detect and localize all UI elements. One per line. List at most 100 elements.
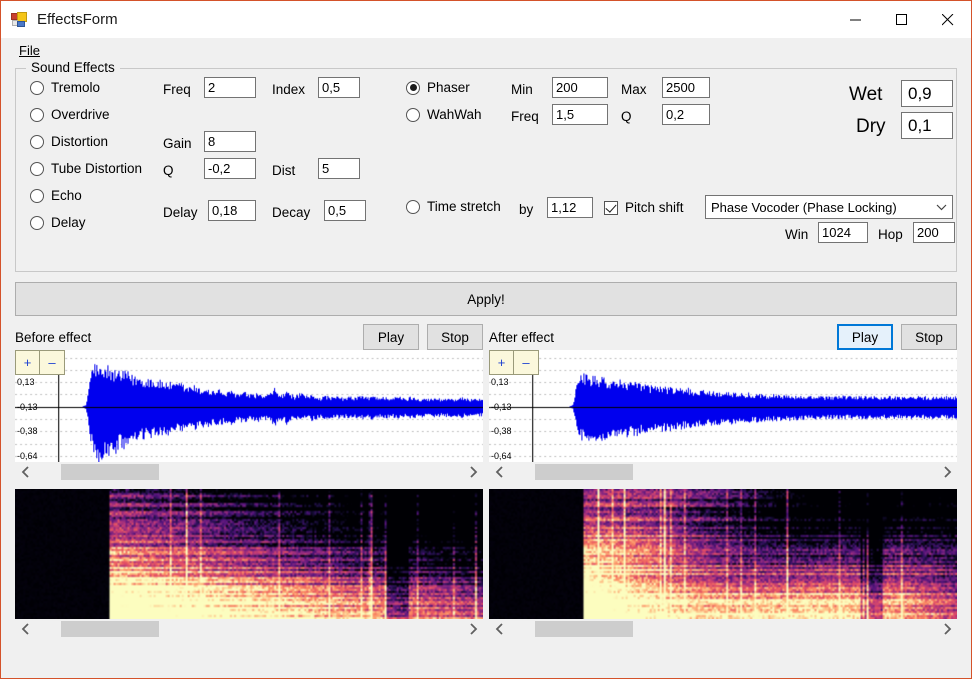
radio-label: Distortion [51, 134, 109, 149]
groupbox-legend: Sound Effects [26, 60, 120, 75]
scroll-right-icon[interactable] [937, 462, 957, 482]
radio-phaser[interactable]: Phaser [406, 80, 470, 95]
apply-button[interactable]: Apply! [15, 282, 957, 316]
scroll-thumb[interactable] [534, 621, 634, 637]
max-input[interactable]: 2500 [662, 77, 710, 98]
delay-input[interactable]: 0,18 [208, 200, 256, 221]
radio-label: Overdrive [51, 107, 110, 122]
scroll-right-icon[interactable] [937, 619, 957, 639]
radio-time-stretch[interactable]: Time stretch [406, 199, 501, 214]
radio-delay[interactable]: Delay [30, 215, 86, 230]
close-icon[interactable] [925, 1, 971, 38]
checkbox-pitch-shift[interactable]: Pitch shift [604, 200, 684, 215]
label-delay: Delay [163, 205, 198, 220]
zoom-in-button-before[interactable]: + [15, 350, 40, 375]
zoom-out-button-before[interactable]: – [40, 350, 65, 375]
play-button-label: Play [377, 329, 405, 345]
radio-indicator [30, 188, 44, 203]
title-bar: EffectsForm [1, 1, 971, 38]
zoom-in-button-after[interactable]: + [489, 350, 514, 375]
label-min: Min [511, 82, 533, 97]
radio-label: Time stretch [427, 199, 501, 214]
scroll-thumb[interactable] [60, 621, 160, 637]
decay-input[interactable]: 0,5 [324, 200, 366, 221]
scroll-left-icon[interactable] [15, 462, 35, 482]
hop-input[interactable]: 200 [913, 222, 955, 243]
radio-label: Phaser [427, 80, 470, 95]
win-input[interactable]: 1024 [818, 222, 868, 243]
label-decay: Decay [272, 205, 311, 220]
radio-indicator [30, 107, 44, 122]
algorithm-combobox[interactable]: Phase Vocoder (Phase Locking) [705, 195, 953, 219]
waveform-y-tick: -0,38 [17, 426, 38, 437]
scroll-left-icon[interactable] [489, 462, 509, 482]
waveform-y-tick: -0,38 [491, 426, 512, 437]
min-input[interactable]: 200 [552, 77, 608, 98]
wet-input[interactable]: 0,9 [901, 80, 953, 107]
dist-input[interactable]: 5 [318, 158, 360, 179]
label-mod-freq: Freq [511, 109, 539, 124]
spectrogram-canvas-before [15, 489, 483, 619]
maximize-icon[interactable] [879, 1, 925, 38]
spectrogram-after[interactable] [489, 489, 957, 619]
pane-header: After effect Play Stop [489, 324, 957, 350]
waveform-y-tick: -0,13 [491, 401, 512, 412]
waveform-scrollbar-before[interactable] [15, 462, 483, 482]
radio-label: Delay [51, 215, 86, 230]
play-button-after[interactable]: Play [837, 324, 893, 350]
radio-wahwah[interactable]: WahWah [406, 107, 482, 122]
scroll-thumb[interactable] [60, 464, 160, 480]
gain-input[interactable]: 8 [204, 131, 256, 152]
scroll-track[interactable] [509, 619, 937, 639]
radio-label: Echo [51, 188, 82, 203]
waveform-after[interactable]: 0,380,13-0,13-0,38-0,64 + – [489, 350, 957, 462]
label-dry: Dry [856, 116, 886, 137]
minimize-icon[interactable] [833, 1, 879, 38]
radio-label: Tube Distortion [51, 161, 143, 176]
stop-button-before[interactable]: Stop [427, 324, 483, 350]
radio-echo[interactable]: Echo [30, 188, 82, 203]
dry-input[interactable]: 0,1 [901, 112, 953, 139]
mod-freq-input[interactable]: 1,5 [552, 104, 608, 125]
menu-item-file[interactable]: File [15, 41, 44, 60]
play-button-label: Play [851, 329, 879, 345]
scroll-right-icon[interactable] [463, 619, 483, 639]
index-input[interactable]: 0,5 [318, 77, 360, 98]
scroll-track[interactable] [35, 462, 463, 482]
waveform-zoom-buttons-after: + – [489, 350, 539, 375]
waveform-scrollbar-after[interactable] [489, 462, 957, 482]
pane-after-effect: After effect Play Stop 0,380,13-0,13-0,3… [489, 324, 957, 482]
scroll-track[interactable] [35, 619, 463, 639]
play-button-before[interactable]: Play [363, 324, 419, 350]
scroll-thumb[interactable] [534, 464, 634, 480]
scroll-left-icon[interactable] [489, 619, 509, 639]
pane-buttons: Play Stop [363, 324, 483, 350]
radio-indicator [30, 134, 44, 149]
spectrogram-scrollbar-before[interactable] [15, 619, 483, 639]
radio-indicator [30, 215, 44, 230]
waveform-canvas-after [489, 350, 957, 462]
scroll-track[interactable] [509, 462, 937, 482]
label-gain: Gain [163, 136, 192, 151]
pane-title-after: After effect [489, 329, 555, 345]
waveform-y-tick: -0,13 [17, 401, 38, 412]
q-input[interactable]: -0,2 [204, 158, 256, 179]
radio-tube-distortion[interactable]: Tube Distortion [30, 161, 142, 176]
radio-indicator [406, 107, 420, 122]
radio-overdrive[interactable]: Overdrive [30, 107, 110, 122]
waveform-before[interactable]: 0,380,13-0,13-0,38-0,64 + – [15, 350, 483, 462]
radio-distortion[interactable]: Distortion [30, 134, 108, 149]
spectrogram-scrollbar-after[interactable] [489, 619, 957, 639]
zoom-out-button-after[interactable]: – [514, 350, 539, 375]
spectrogram-panes [15, 489, 957, 639]
spectrogram-before[interactable] [15, 489, 483, 619]
scroll-right-icon[interactable] [463, 462, 483, 482]
mod-q-input[interactable]: 0,2 [662, 104, 710, 125]
stop-button-after[interactable]: Stop [901, 324, 957, 350]
waveform-y-tick: -0,64 [491, 451, 512, 462]
freq-input[interactable]: 2 [204, 77, 256, 98]
scroll-left-icon[interactable] [15, 619, 35, 639]
time-stretch-input[interactable]: 1,12 [547, 197, 593, 218]
radio-tremolo[interactable]: Tremolo [30, 80, 100, 95]
label-dist: Dist [272, 163, 296, 178]
